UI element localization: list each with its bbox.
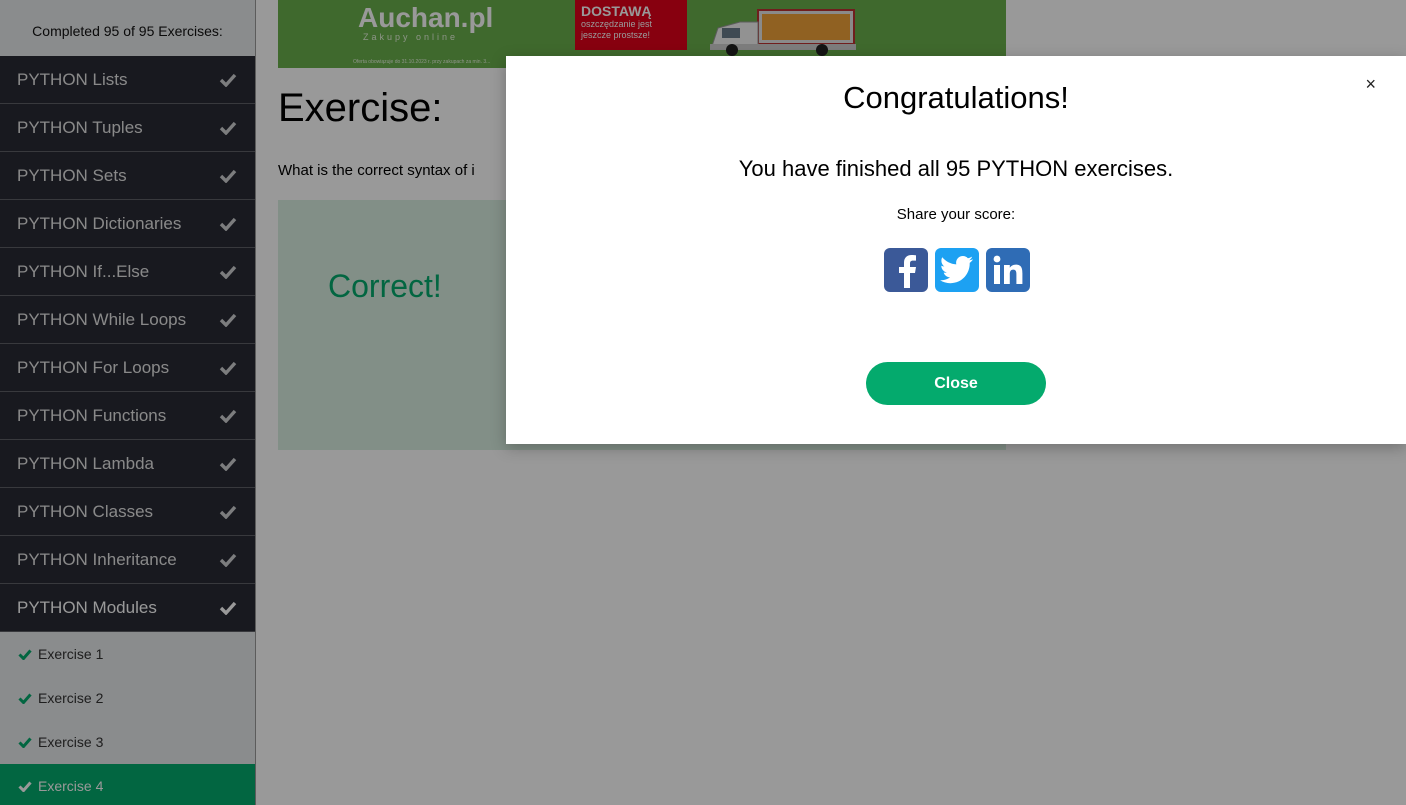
congratulations-modal: × Congratulations! You have finished all… (506, 56, 1406, 444)
share-icons (884, 248, 1030, 292)
linkedin-icon[interactable] (986, 248, 1030, 292)
twitter-icon[interactable] (935, 248, 979, 292)
close-button[interactable]: Close (866, 362, 1046, 405)
facebook-icon[interactable] (884, 248, 928, 292)
modal-title: Congratulations! (843, 80, 1069, 115)
share-label: Share your score: (896, 206, 1016, 223)
modal-message: You have finished all 95 PYTHON exercise… (738, 156, 1174, 181)
